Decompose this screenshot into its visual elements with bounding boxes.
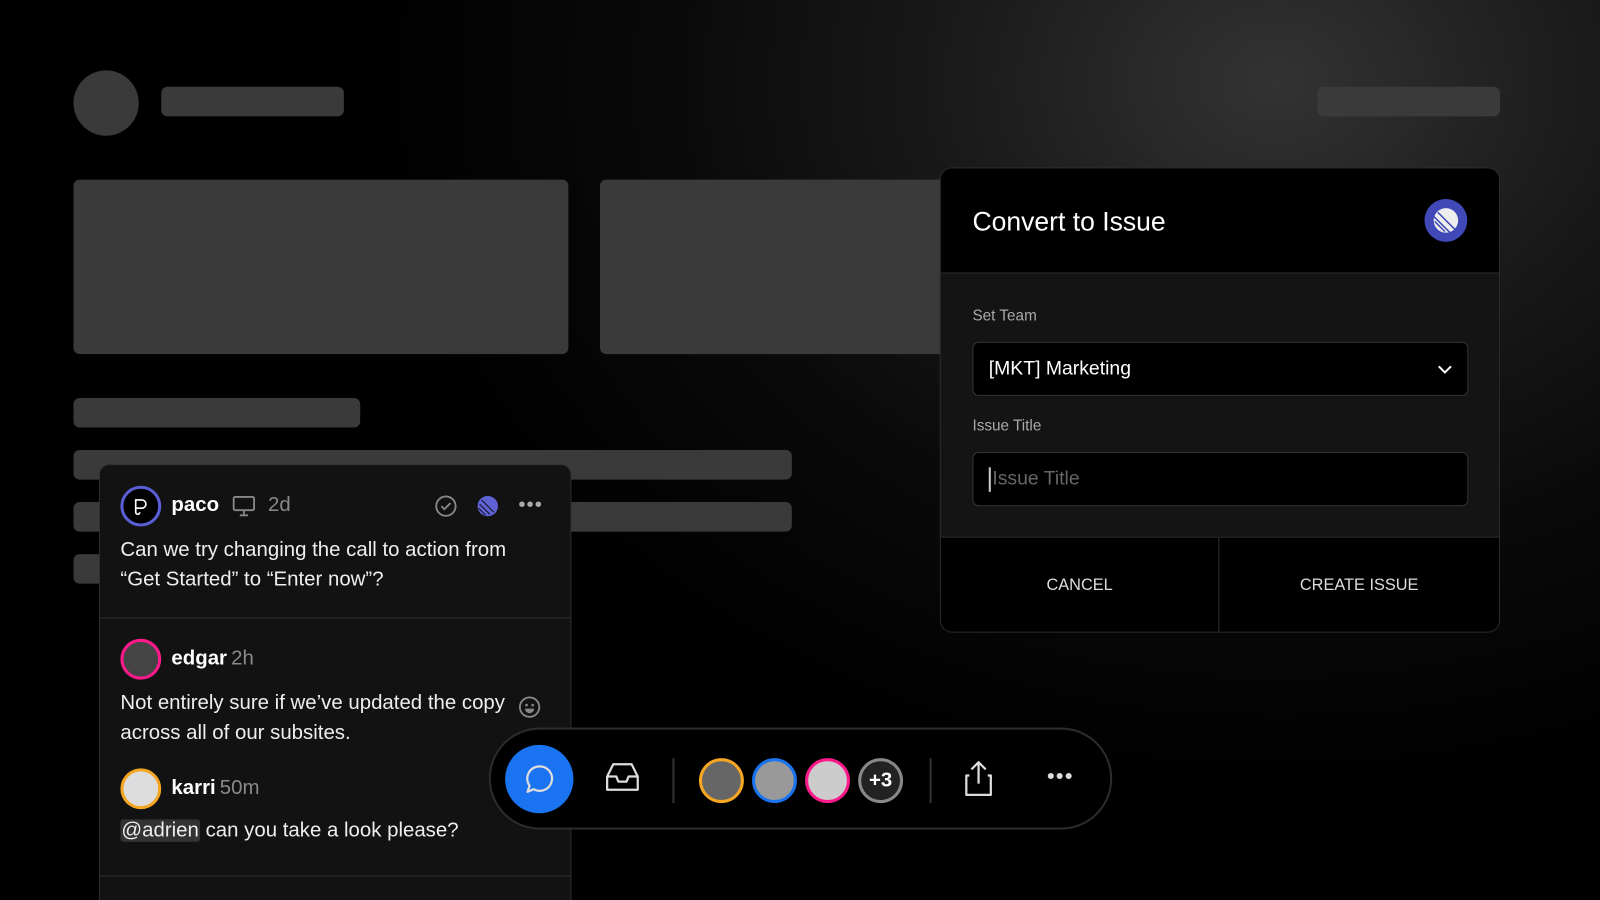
skeleton-heading: [73, 398, 360, 428]
inbox-icon[interactable]: [604, 761, 641, 794]
timestamp: 2d: [268, 494, 291, 517]
issue-title-input[interactable]: Issue Title: [972, 452, 1468, 506]
dialog-title: Convert to Issue: [972, 206, 1165, 238]
divider: [930, 758, 932, 803]
avatar: [120, 768, 161, 809]
linear-icon[interactable]: [478, 496, 498, 516]
paco-logo-icon: [131, 496, 151, 516]
participant-avatar[interactable]: [752, 758, 797, 803]
timestamp: 2h: [231, 647, 254, 669]
team-value: [MKT] Marketing: [989, 358, 1131, 380]
share-icon[interactable]: [962, 759, 995, 798]
convert-to-issue-dialog: Convert to Issue Set Team [MKT] Marketin…: [940, 167, 1500, 632]
participant-avatar[interactable]: [699, 758, 744, 803]
chevron-down-icon: [1438, 364, 1452, 374]
set-team-label: Set Team: [972, 307, 1036, 324]
issue-title-label: Issue Title: [972, 417, 1041, 434]
chat-bubble-icon: [522, 762, 557, 797]
toolbar-dock: +3 •••: [489, 728, 1112, 830]
more-options-icon[interactable]: •••: [518, 494, 543, 517]
author: edgar: [171, 647, 227, 669]
dialog-header: Convert to Issue: [941, 168, 1499, 273]
comment-thread: paco 2d ••• Can we try changing the call…: [99, 464, 571, 900]
divider: [100, 617, 570, 618]
skeleton-avatar: [73, 70, 138, 135]
comment-text: can you take a look please?: [200, 819, 459, 841]
skeleton-card: [73, 180, 568, 354]
issue-title-placeholder: Issue Title: [992, 468, 1079, 490]
linear-logo-icon: [1424, 199, 1467, 242]
comment-text: Can we try changing the call to action f…: [120, 536, 528, 595]
mention[interactable]: @adrien: [120, 819, 199, 841]
more-options-icon[interactable]: •••: [1047, 763, 1074, 790]
team-select[interactable]: [MKT] Marketing: [972, 342, 1468, 396]
create-issue-button[interactable]: CREATE ISSUE: [1219, 538, 1499, 633]
divider: [672, 758, 674, 803]
skeleton-title: [161, 87, 344, 117]
desktop-icon: [231, 494, 255, 516]
comment-text: Not entirely sure if we’ve updated the c…: [120, 689, 508, 748]
more-participants-badge[interactable]: +3: [858, 758, 903, 803]
author: karri: [171, 777, 215, 799]
divider: [100, 876, 570, 877]
avatar: [120, 486, 161, 527]
emoji-reaction-icon[interactable]: [518, 696, 540, 718]
avatar: [120, 639, 161, 680]
stage: paco 2d ••• Can we try changing the call…: [0, 0, 1600, 900]
timestamp: 50m: [220, 777, 260, 799]
cancel-button[interactable]: CANCEL: [941, 538, 1219, 633]
text-cursor: [989, 467, 991, 491]
skeleton-button: [1317, 87, 1500, 117]
comments-button[interactable]: [505, 745, 573, 813]
author: paco: [171, 494, 219, 517]
resolve-check-icon[interactable]: [435, 495, 457, 517]
participant-avatar[interactable]: [805, 758, 850, 803]
